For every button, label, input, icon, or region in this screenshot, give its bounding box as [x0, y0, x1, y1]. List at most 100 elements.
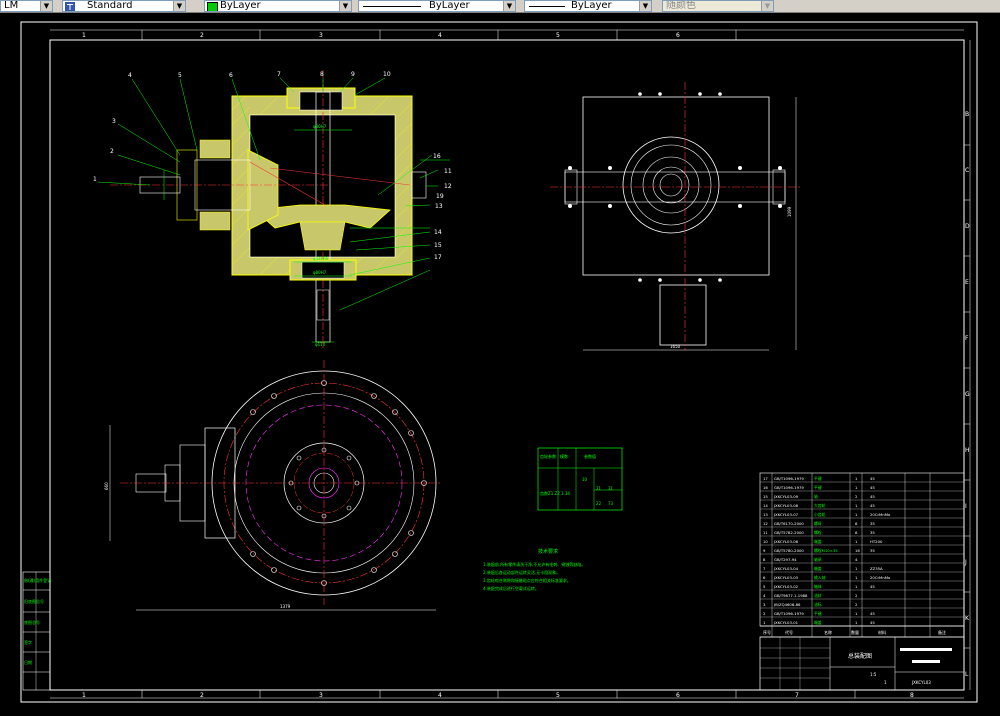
bom-cell-code: GB/T5780-2000 [774, 548, 804, 553]
row-label: L [965, 671, 969, 678]
bom-cell-code: JB/ZQ4606-86 [773, 602, 801, 607]
col-label: 2 [200, 32, 204, 39]
col-label: 1 [82, 32, 86, 39]
balloon-label: 3 [112, 118, 116, 125]
col-label: 6 [676, 692, 680, 699]
bom-cell-qty: 8 [855, 521, 858, 526]
layer-color-swatch-icon [207, 2, 218, 11]
bom-cell-qty: 8 [855, 530, 858, 535]
row-label: D [965, 223, 970, 230]
stamp-label: 日期 [24, 659, 32, 665]
drawing-scale: 1:5 [870, 672, 877, 677]
stamp-label: 借(通)用件登记 [24, 577, 51, 583]
linetype-dropdown[interactable]: ByLayer ▼ [358, 0, 516, 12]
drawing-canvas[interactable]: 1 2 3 4 5 6 1 2 3 4 5 6 7 8 B C D E F G … [0, 12, 1000, 716]
balloon-label: 4 [128, 72, 132, 79]
sheet-number: 1 [884, 680, 887, 685]
bom-cell-name: 平键 [814, 611, 822, 616]
bom-header-cell: 材料 [878, 629, 886, 635]
side-view: 1650 1099 [550, 82, 800, 351]
bom-cell-qty: 2 [855, 593, 858, 598]
bom-cell-mat: 45 [870, 503, 875, 508]
bom-cell-code: JXKCYL03-09 [773, 494, 799, 499]
bom-cell-qty: 1 [855, 485, 858, 490]
bom-cell-code: GB/T1096-1979 [774, 611, 804, 616]
title-block: 总装配图 JXKCYL03 1:5 1 [759, 636, 965, 691]
bom-cell-code: JXKCYL03-07 [773, 512, 799, 517]
bom-cell-qty: 1 [855, 503, 858, 508]
bom-cell-qty: 4 [855, 557, 858, 562]
dimstyle-dropdown[interactable]: LM ▼ [0, 0, 53, 12]
bom-cell-qty: 1 [855, 566, 858, 571]
bom-cell-no: 15 [763, 494, 768, 499]
bom-cell-qty: 2 [855, 602, 858, 607]
balloon-label: 14 [434, 229, 442, 236]
balloon-label: 13 [435, 203, 443, 210]
balloon-label: 5 [178, 72, 182, 79]
layer-dropdown[interactable]: ByLayer ▼ [204, 0, 352, 12]
tech-req-title: 技术要求 [538, 548, 558, 555]
bom-cell-no: 3 [763, 602, 766, 607]
bom-cell-code: JXKCYL03-06 [773, 539, 799, 544]
svg-text:φ80H7: φ80H7 [313, 124, 327, 129]
row-label: F [965, 335, 969, 342]
balloon-label: 19 [436, 193, 444, 200]
bom-cell-no: 4 [763, 593, 766, 598]
bom-cell-qty: 1 [855, 476, 858, 481]
bom-cell-no: 14 [763, 503, 768, 508]
bom-cell-mat: 45 [870, 485, 875, 490]
bom-cell-name: 平键 [814, 485, 822, 490]
balloon-label: 2 [110, 148, 114, 155]
bom-cell-mat: 45 [870, 611, 875, 616]
bom-cell-no: 6 [763, 575, 766, 580]
drawing-name: 总装配图 [848, 652, 872, 660]
balloon-label: 1 [93, 176, 97, 183]
chevron-down-icon: ▼ [639, 1, 651, 11]
bom-header-cell: 数量 [851, 629, 859, 635]
inner-frame [49, 39, 965, 691]
svg-text:φ80H7: φ80H7 [313, 270, 327, 275]
gear-table-cell: 31 [608, 486, 614, 491]
balloon-label: 9 [351, 71, 355, 78]
outer-frame [20, 21, 978, 703]
bom-cell-no: 1 [763, 620, 766, 625]
bom-cell-mat: 20CrMnMo [870, 512, 891, 517]
bom-cell-code: GB/T5782-2000 [774, 530, 804, 535]
balloon-label: 6 [229, 72, 233, 79]
row-label: G [965, 391, 970, 398]
balloon-label: 16 [433, 153, 441, 160]
bom-cell-mat: 20CrMnMo [870, 575, 891, 580]
bom-cell-name: 箱体 [814, 584, 822, 589]
bom-cell-name: 螺栓 [814, 530, 822, 535]
textstyle-dropdown[interactable]: Standard ▼ [62, 0, 186, 12]
shaft-dimension: φ110 [315, 342, 326, 347]
gear-table-header: 模数 [560, 453, 568, 459]
layer-value: ByLayer [220, 0, 261, 11]
bom-cell-qty: 1 [855, 584, 858, 589]
bom-header-cell: 序号 [763, 629, 771, 635]
bom-cell-qty: 16 [855, 548, 860, 553]
bom-cell-no: 17 [763, 476, 768, 481]
bom-header: 序号 代号 名称 数量 材料 备注 [763, 629, 946, 635]
tech-req-line: 1.装配前,所有零件清洗干净,不允许有毛刺、锈蚀等缺陷。 [483, 561, 585, 567]
bom-cell-no: 11 [763, 530, 768, 535]
row-label: I [965, 503, 967, 510]
gear-table-cell: 73 [608, 501, 614, 506]
stamp-label: 底图总号 [24, 619, 40, 625]
col-label: 4 [438, 692, 442, 699]
chevron-down-icon: ▼ [339, 1, 351, 11]
plotstyle-dropdown[interactable]: 随颜色 ▼ [662, 0, 774, 12]
col-label: 6 [676, 32, 680, 39]
bom-cell-mat: 35 [870, 548, 875, 553]
linetype-sample-icon [363, 6, 421, 7]
balloon-label: 12 [444, 183, 452, 190]
bom-cell-mat: 35 [870, 521, 875, 526]
chevron-down-icon: ▼ [503, 1, 515, 11]
gear-table-cell: 21 [596, 486, 602, 491]
lineweight-dropdown[interactable]: ByLayer ▼ [524, 0, 652, 12]
left-stamp-block: 借(通)用件登记 旧底图总号 底图总号 签字 日期 [22, 571, 51, 691]
gear-table-cell: 齿数Z1 Z2 [540, 490, 560, 496]
col-label: 8 [910, 692, 914, 699]
gear-table-header: 参数值 [584, 453, 596, 459]
chevron-down-icon: ▼ [173, 1, 185, 11]
